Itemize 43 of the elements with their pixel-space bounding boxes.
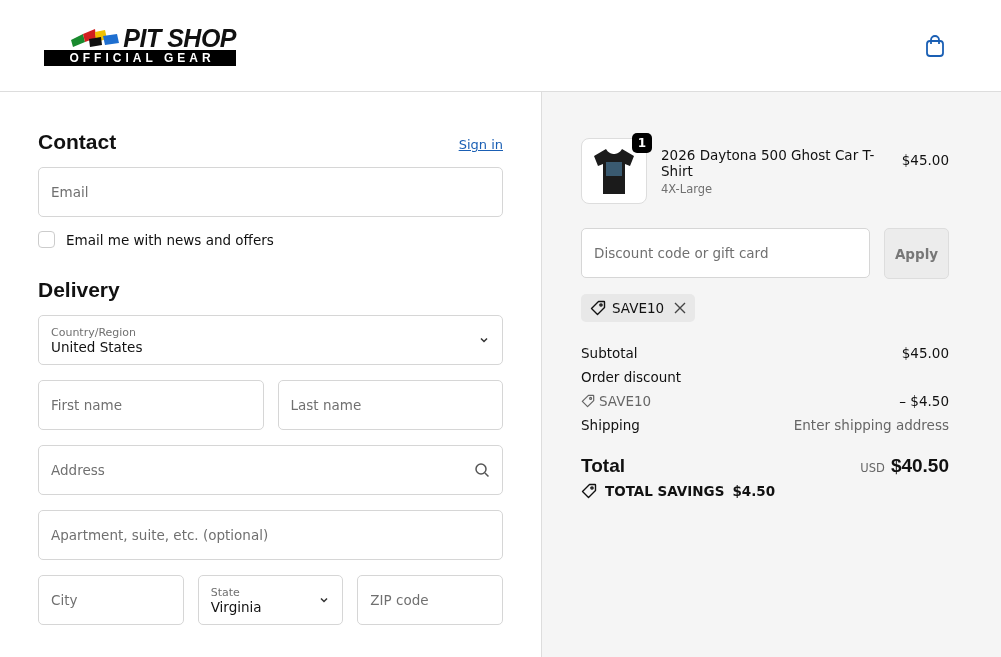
close-icon[interactable] [674,302,687,314]
input-field[interactable]: City [38,575,184,625]
input-field[interactable]: Last name [277,380,503,430]
line-label: Shipping [581,417,640,433]
discount-field[interactable]: Discount code or gift card [581,228,870,278]
total-label: Total [581,455,625,477]
select-field[interactable]: Country/Region United States [38,315,503,365]
logo-title: PIT SHOP [123,25,236,50]
discount-chip: SAVE10 [581,294,696,322]
tag-icon [590,300,606,316]
apply-button[interactable]: Apply [884,228,949,279]
shopping-bag-icon[interactable] [924,33,946,58]
line-value: – $4.50 [899,393,949,409]
line-value: Enter shipping address [793,417,949,433]
discount-code: SAVE10 [599,393,652,409]
line-label: Subtotal [581,345,638,361]
flags-icon [69,27,122,48]
search-icon [474,462,490,478]
tag-icon [581,394,595,408]
section-title: Contact [38,130,117,154]
currency-code: USD [860,461,885,475]
product-variant: 4X-Large [661,181,714,196]
sign-in-link[interactable]: Sign in [458,137,503,152]
logo-subtitle: OFFICIAL GEAR [44,49,236,66]
input-field[interactable]: Address [38,445,503,495]
total-value: $40.50 [890,455,949,476]
savings-value: $4.50 [732,483,776,499]
checkbox-label: Email me with news and offers [66,231,274,248]
input-field[interactable]: Apartment, suite, etc. (optional) [38,510,503,560]
input-field[interactable]: Email [38,167,503,217]
section-title: Delivery [38,278,120,302]
t-shirt-icon [592,146,636,196]
product-name: 2026 Daytona 500 Ghost Car T-Shirt [661,146,876,179]
input-field[interactable]: First name [38,380,264,430]
savings-label: TOTAL SAVINGS [605,483,725,499]
line-value: $45.00 [901,345,949,361]
product-price: $45.00 [901,152,949,168]
checkbox[interactable] [38,231,55,248]
select-field[interactable]: State Virginia [197,575,344,625]
quantity-badge: 1 [632,133,652,153]
input-field[interactable]: ZIP code [357,575,503,625]
line-label: Order discount [581,369,682,385]
tags-icon [581,483,597,499]
